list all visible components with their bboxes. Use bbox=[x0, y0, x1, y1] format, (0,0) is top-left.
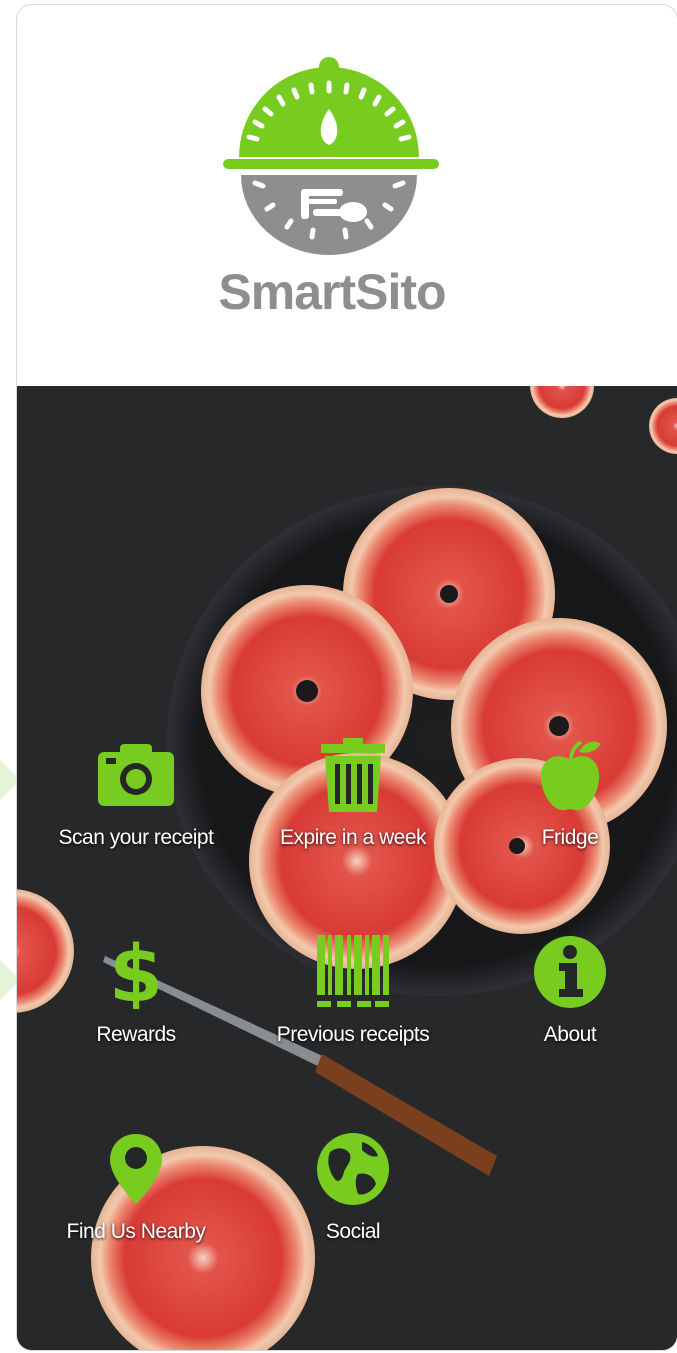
home-menu-area: Scan your receipt Expire in a week Fridg… bbox=[17, 386, 677, 1350]
menu-label: Find Us Nearby bbox=[66, 1220, 206, 1243]
menu-tile-expire-week[interactable]: Expire in a week bbox=[248, 738, 458, 878]
menu-label: Social bbox=[325, 1220, 381, 1243]
svg-text:$: $ bbox=[109, 935, 163, 1009]
barcode-icon bbox=[317, 935, 389, 1007]
trash-icon bbox=[321, 738, 385, 812]
menu-label: Rewards bbox=[96, 1023, 176, 1046]
menu-label: About bbox=[543, 1023, 597, 1046]
apple-icon bbox=[540, 740, 601, 811]
menu-tile-scan-receipt[interactable]: Scan your receipt bbox=[31, 738, 241, 878]
menu-label: Expire in a week bbox=[279, 826, 427, 849]
dollar-icon: $ bbox=[109, 935, 163, 1009]
globe-icon bbox=[317, 1133, 389, 1205]
menu-tile-social[interactable]: Social bbox=[248, 1132, 458, 1272]
menu-tile-previous-receipts[interactable]: Previous receipts bbox=[248, 935, 458, 1075]
app-screen: SmartSito Scan your receipt Expire in a … bbox=[16, 4, 677, 1351]
brand-name: SmartSito bbox=[218, 264, 446, 320]
smartsito-logo bbox=[223, 57, 439, 255]
menu-tile-fridge[interactable]: Fridge bbox=[465, 738, 675, 878]
menu-tile-find-us[interactable]: Find Us Nearby bbox=[31, 1132, 241, 1272]
info-icon bbox=[534, 936, 606, 1008]
menu-label: Scan your receipt bbox=[58, 826, 214, 849]
menu-tile-about[interactable]: About bbox=[465, 935, 675, 1075]
menu-label: Fridge bbox=[541, 826, 599, 849]
location-pin-icon bbox=[110, 1134, 162, 1204]
camera-icon bbox=[98, 744, 174, 806]
menu-tile-rewards[interactable]: $ Rewards bbox=[31, 935, 241, 1075]
menu-label: Previous receipts bbox=[276, 1023, 430, 1046]
app-header: SmartSito bbox=[17, 5, 677, 386]
